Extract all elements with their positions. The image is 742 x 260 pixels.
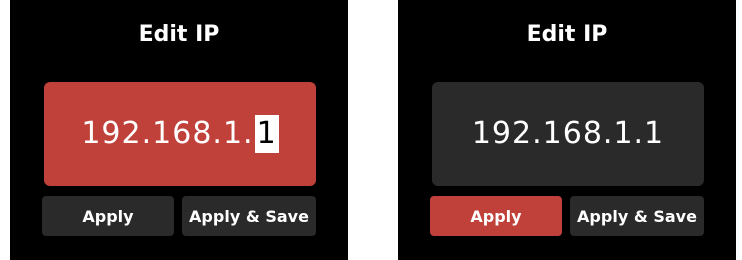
screen-title: Edit IP: [526, 22, 608, 47]
apply-and-save-button[interactable]: Apply & Save: [570, 196, 704, 236]
apply-button[interactable]: Apply: [430, 196, 562, 236]
ip-address-field[interactable]: 192.168.1.1: [44, 82, 316, 186]
edit-ip-screen-apply-focused: Edit IP 192.168.1.1 Apply Apply & Save: [398, 0, 736, 260]
apply-and-save-button[interactable]: Apply & Save: [182, 196, 316, 236]
ip-address-field[interactable]: 192.168.1.1: [432, 82, 704, 186]
edit-ip-screen-editing: Edit IP 192.168.1. 1 Apply Apply & Save: [10, 0, 348, 260]
screen-title: Edit IP: [138, 22, 220, 47]
apply-button[interactable]: Apply: [42, 196, 174, 236]
ip-address-text: 192.168.1.: [81, 116, 254, 151]
ip-address-text: 192.168.1.1: [471, 116, 665, 151]
ip-cursor-digit[interactable]: 1: [254, 115, 279, 153]
